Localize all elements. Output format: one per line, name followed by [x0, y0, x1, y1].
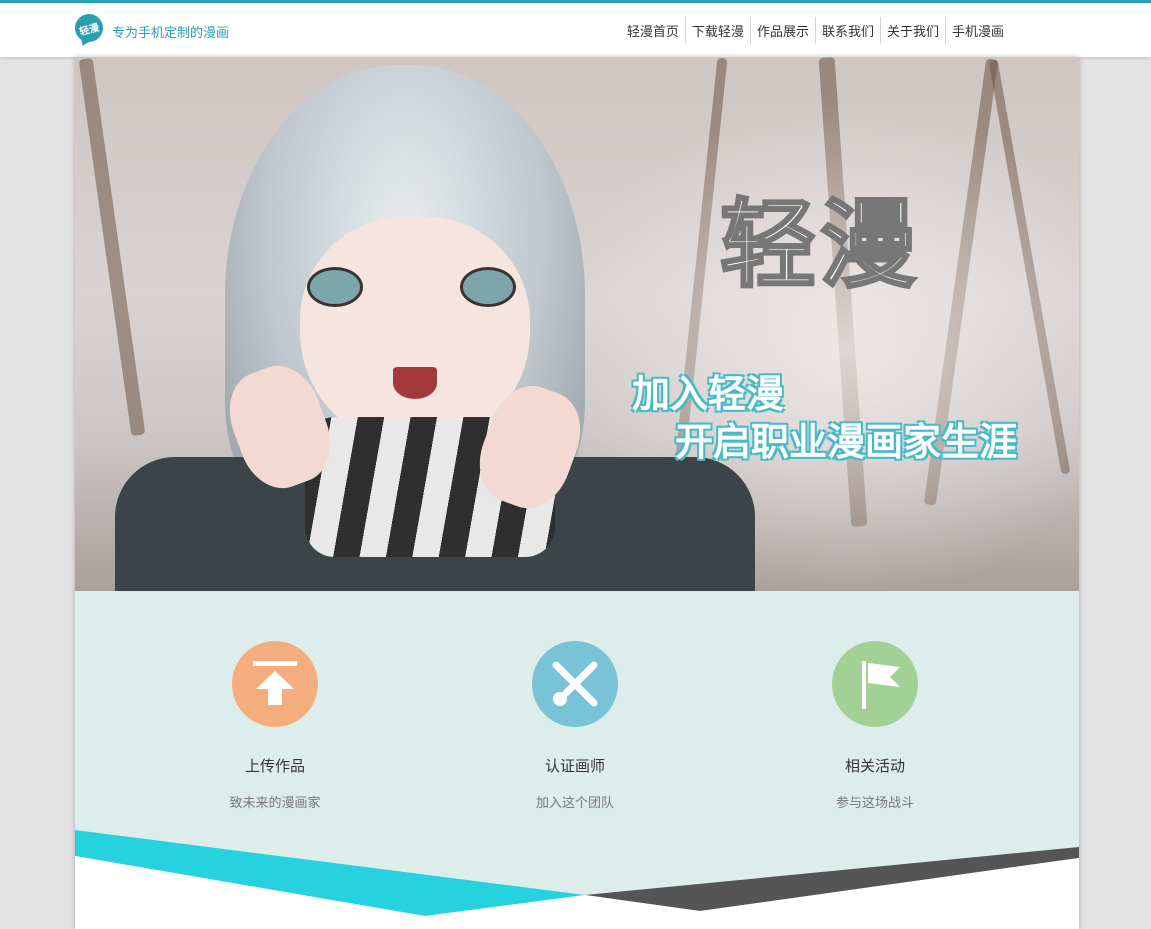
nav-contact[interactable]: 联系我们 — [814, 17, 880, 44]
site-slogan: 专为手机定制的漫画 — [112, 26, 230, 41]
nav-works[interactable]: 作品展示 — [749, 17, 815, 44]
logo-text: 轻漫 — [78, 22, 101, 39]
feature-title: 认证画师 — [544, 757, 605, 775]
decorative-wave — [75, 830, 1079, 929]
main-nav: 轻漫首页 下载轻漫 作品展示 联系我们 关于我们 手机漫画 — [621, 17, 1010, 44]
site-header: 轻漫 专为手机定制的漫画 轻漫首页 下载轻漫 作品展示 联系我们 关于我们 手机… — [0, 3, 1151, 57]
nav-about[interactable]: 关于我们 — [879, 17, 945, 44]
tree-trunk — [78, 57, 146, 437]
banner-slogan-line1: 加入轻漫 — [632, 372, 785, 416]
hero-banner: 轻漫 加入轻漫 开启职业漫画家生涯 — [75, 57, 1079, 591]
banner-title: 轻漫 — [719, 189, 920, 301]
nav-download[interactable]: 下载轻漫 — [684, 17, 750, 44]
main-container: 轻漫 加入轻漫 开启职业漫画家生涯 上传作品 致未来的漫画家 认证画师 加入这个… — [75, 57, 1079, 929]
flag-icon[interactable] — [832, 641, 918, 727]
feature-certified-artist[interactable]: 认证画师 加入这个团队 — [475, 641, 675, 811]
nav-home[interactable]: 轻漫首页 — [621, 17, 685, 44]
feature-events[interactable]: 相关活动 参与这场战斗 — [775, 641, 975, 811]
upload-icon[interactable] — [232, 641, 318, 727]
character-mouth — [393, 367, 437, 399]
feature-subtitle: 加入这个团队 — [535, 796, 614, 811]
brush-pen-icon[interactable] — [532, 641, 618, 727]
logo[interactable]: 轻漫 — [75, 14, 103, 42]
feature-title: 上传作品 — [244, 757, 305, 775]
character-eye-left — [307, 267, 363, 307]
feature-title: 相关活动 — [844, 757, 905, 775]
feature-subtitle: 致未来的漫画家 — [229, 796, 321, 811]
character-eye-right — [460, 267, 516, 307]
feature-upload[interactable]: 上传作品 致未来的漫画家 — [175, 641, 375, 811]
banner-slogan-line2: 开启职业漫画家生涯 — [675, 420, 1018, 464]
nav-mobile-comics[interactable]: 手机漫画 — [944, 17, 1010, 44]
feature-subtitle: 参与这场战斗 — [835, 796, 914, 811]
